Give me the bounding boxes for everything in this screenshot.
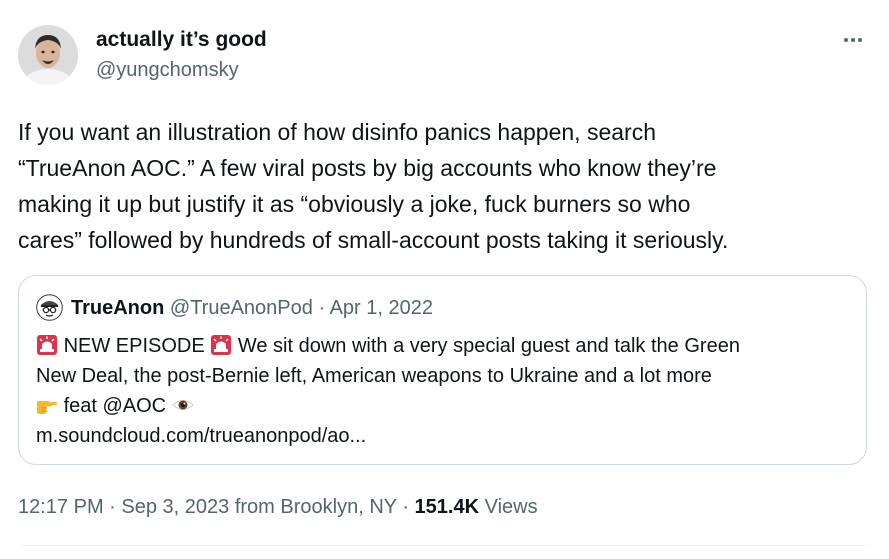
divider	[18, 545, 868, 546]
quoted-link[interactable]: m.soundcloud.com/trueanonpod/ao...	[36, 421, 856, 451]
ellipsis-dot	[851, 38, 855, 42]
tweet-date-location[interactable]: Sep 3, 2023 from Brooklyn, NY	[121, 496, 396, 518]
quoted-text-segment: We sit down with a very special guest an…	[237, 335, 740, 357]
views-count: 151.4K	[414, 496, 480, 518]
quoted-header: TrueAnon @TrueAnonPod · Apr 1, 2022	[71, 296, 433, 320]
eye-emoji-icon	[172, 394, 194, 416]
quoted-text-line: NEW EPISODE We sit down with a very spec…	[36, 331, 856, 361]
tweet-card: actually it’s good @yungchomsky If you w…	[0, 0, 889, 559]
tweet-text: If you want an illustration of how disin…	[18, 114, 868, 258]
trueanon-logo-icon	[36, 294, 63, 321]
tweet-text-line: “TrueAnon AOC.” A few viral posts by big…	[18, 155, 717, 181]
quoted-date[interactable]: Apr 1, 2022	[330, 297, 433, 319]
profile-photo-icon	[18, 25, 78, 85]
quoted-text-line: feat @AOC	[36, 391, 856, 421]
author-display-name[interactable]: actually it’s good	[96, 27, 267, 53]
siren-emoji-icon	[210, 334, 232, 356]
pointing-hand-emoji-icon	[36, 394, 58, 416]
quoted-tweet[interactable]: TrueAnon @TrueAnonPod · Apr 1, 2022 NEW	[18, 275, 867, 465]
quoted-avatar[interactable]	[36, 294, 63, 321]
tweet-text-line: cares” followed by hundreds of small-acc…	[18, 227, 729, 253]
tweet-metadata: 12:17 PM · Sep 3, 2023 from Brooklyn, NY…	[18, 495, 538, 519]
separator-dot: ·	[109, 496, 116, 518]
siren-emoji-icon	[36, 334, 58, 356]
ellipsis-dot	[858, 38, 862, 42]
tweet-time[interactable]: 12:17 PM	[18, 496, 104, 518]
quoted-text: NEW EPISODE We sit down with a very spec…	[36, 331, 856, 451]
quoted-display-name[interactable]: TrueAnon	[71, 297, 164, 319]
more-options-button[interactable]	[838, 28, 868, 52]
tweet-text-line: If you want an illustration of how disin…	[18, 119, 656, 145]
separator-dot: ·	[318, 297, 326, 319]
quoted-text-episode: NEW EPISODE	[63, 335, 205, 357]
separator-dot: ·	[402, 496, 409, 518]
ellipsis-icon	[844, 38, 848, 42]
quoted-handle[interactable]: @TrueAnonPod	[170, 297, 313, 319]
views-label: Views	[484, 496, 538, 518]
quoted-text-line: New Deal, the post-Bernie left, American…	[36, 365, 712, 387]
author-avatar[interactable]	[18, 25, 78, 85]
quoted-text-feat: feat @AOC	[63, 395, 167, 417]
tweet-text-line: making it up but justify it as “obviousl…	[18, 191, 691, 217]
author-handle[interactable]: @yungchomsky	[96, 58, 239, 82]
